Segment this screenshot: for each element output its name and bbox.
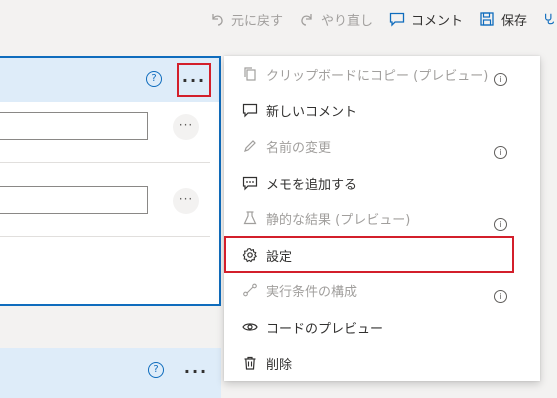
stethoscope-icon bbox=[545, 13, 555, 25]
help-icon[interactable]: ? bbox=[148, 362, 164, 378]
run-after-icon bbox=[243, 283, 257, 297]
eye-icon bbox=[242, 323, 258, 331]
redo-label: やり直し bbox=[320, 13, 373, 29]
menu-item-label: メモを追加する bbox=[266, 178, 358, 193]
info-icon[interactable]: i bbox=[494, 218, 507, 231]
menu-item-static-result[interactable]: 静的な結果 (プレビュー) i bbox=[224, 200, 540, 236]
save-button[interactable]: 保存 bbox=[479, 10, 527, 29]
diagnose-button[interactable] bbox=[543, 11, 557, 27]
menu-item-label: コードのプレビュー bbox=[266, 322, 384, 337]
copy-icon bbox=[244, 67, 256, 81]
designer-canvas: 元に戻す やり直し コメント 保存 ? ··· ··· ··· ? ··· クリ… bbox=[0, 0, 557, 398]
menu-item-new-comment[interactable]: 新しいコメント bbox=[224, 92, 540, 128]
help-icon[interactable]: ? bbox=[146, 71, 162, 87]
more-options-button[interactable]: ··· bbox=[179, 354, 213, 388]
pencil-icon bbox=[244, 140, 256, 152]
comment-icon bbox=[242, 103, 258, 118]
menu-item-label: 新しいコメント bbox=[266, 105, 358, 120]
menu-item-peek-code[interactable]: コードのプレビュー bbox=[224, 309, 540, 345]
menu-item-label: 静的な結果 (プレビュー) bbox=[266, 213, 411, 228]
more-options-button[interactable]: ··· bbox=[177, 63, 211, 97]
parameter-more-button[interactable]: ··· bbox=[173, 114, 199, 140]
info-icon[interactable]: i bbox=[494, 290, 507, 303]
menu-item-label: 名前の変更 bbox=[266, 141, 332, 156]
divider bbox=[0, 236, 210, 237]
redo-icon bbox=[301, 14, 312, 26]
menu-item-delete[interactable]: 削除 bbox=[224, 345, 540, 381]
info-icon[interactable]: i bbox=[494, 146, 507, 159]
parameter-input[interactable] bbox=[0, 186, 148, 214]
note-icon bbox=[242, 176, 258, 191]
action-card-header[interactable]: ? ··· bbox=[0, 58, 219, 102]
menu-item-settings[interactable]: 設定 bbox=[224, 237, 540, 273]
menu-item-configure-run-after[interactable]: 実行条件の構成 i bbox=[224, 272, 540, 308]
undo-button[interactable]: 元に戻す bbox=[209, 10, 283, 29]
menu-item-label: 削除 bbox=[266, 358, 293, 373]
menu-item-copy-to-clipboard[interactable]: クリップボードにコピー (プレビュー) i bbox=[224, 56, 540, 92]
comment-button[interactable]: コメント bbox=[389, 10, 463, 29]
menu-item-label: 実行条件の構成 bbox=[266, 285, 358, 300]
undo-icon bbox=[212, 14, 223, 26]
parameter-more-button[interactable]: ··· bbox=[173, 188, 199, 214]
trash-icon bbox=[244, 356, 256, 370]
parameter-input[interactable] bbox=[0, 112, 148, 140]
info-icon[interactable]: i bbox=[494, 73, 507, 86]
save-icon bbox=[480, 12, 494, 26]
comment-label: コメント bbox=[410, 13, 463, 29]
comment-icon bbox=[389, 12, 405, 27]
action-card[interactable]: ? ··· ··· ··· bbox=[0, 56, 221, 306]
menu-item-label: クリップボードにコピー (プレビュー) bbox=[266, 69, 489, 84]
menu-item-rename[interactable]: 名前の変更 i bbox=[224, 128, 540, 164]
divider bbox=[0, 162, 210, 163]
gear-icon bbox=[242, 247, 257, 263]
undo-label: 元に戻す bbox=[230, 13, 283, 29]
next-action-card-header[interactable]: ? ··· bbox=[0, 348, 221, 398]
menu-item-add-note[interactable]: メモを追加する bbox=[224, 165, 540, 201]
redo-button[interactable]: やり直し bbox=[299, 10, 373, 29]
flask-icon bbox=[243, 211, 257, 225]
context-menu: クリップボードにコピー (プレビュー) i 新しいコメント 名前の変更 i メモ… bbox=[224, 56, 540, 381]
menu-item-label: 設定 bbox=[266, 250, 293, 265]
top-toolbar: 元に戻す やり直し コメント 保存 bbox=[0, 0, 557, 38]
save-label: 保存 bbox=[500, 13, 527, 29]
